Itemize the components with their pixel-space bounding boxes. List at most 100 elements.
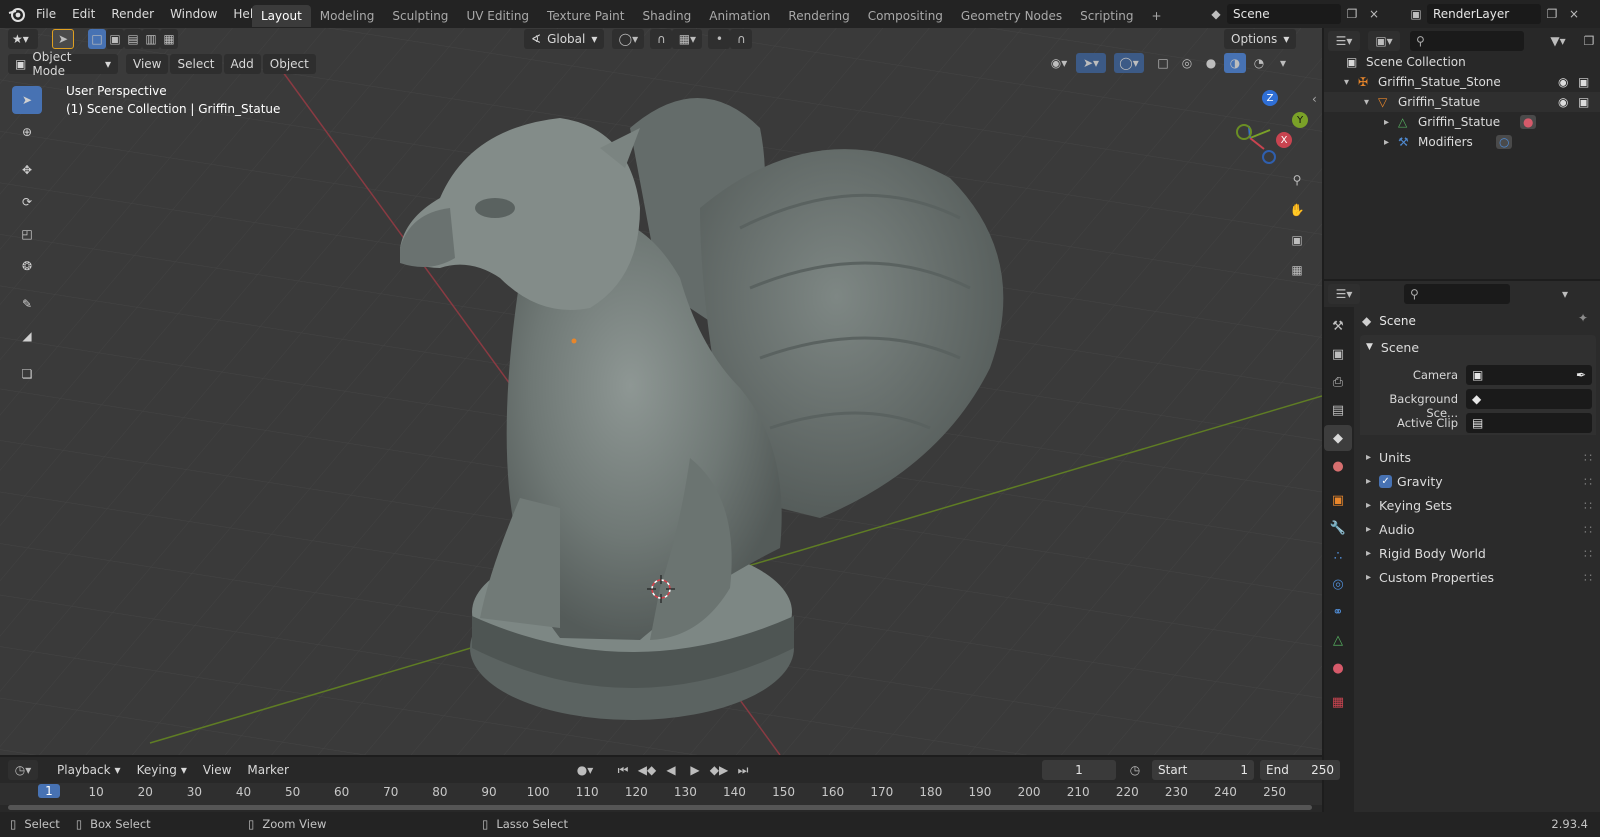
physics-tab-icon[interactable]: ◎ <box>1324 571 1352 597</box>
pin-icon[interactable]: ✦ <box>1578 311 1588 325</box>
constraints-tab-icon[interactable]: ⚭ <box>1324 599 1352 625</box>
expand-down-icon[interactable]: ▾ <box>1364 97 1369 108</box>
object-mode-dropdown[interactable]: ▣ Object Mode ▾ <box>8 50 118 78</box>
view-layer-tab-icon[interactable]: ▤ <box>1324 397 1352 423</box>
viewport-menu-object[interactable]: Object <box>262 54 316 74</box>
outliner-row[interactable]: ▾ ✠ Griffin_Statue_Stone ◉ ▣ <box>1324 72 1600 92</box>
tool-tab-icon[interactable]: ⚒ <box>1324 313 1352 339</box>
snap-toggle-icon[interactable]: ∩ <box>650 29 673 49</box>
jump-end-icon[interactable]: ⏭ <box>732 760 754 780</box>
panel-rigid-body-world[interactable]: ▸ Rigid Body World ∷ <box>1360 541 1596 565</box>
world-tab-icon[interactable]: ● <box>1324 453 1352 479</box>
snap-target-icon[interactable]: ▦▾ <box>672 29 703 49</box>
options-dropdown[interactable]: Options ▾ <box>1224 29 1297 49</box>
outliner-editor-type-icon[interactable]: ☰▾ <box>1328 31 1360 51</box>
material-badge-icon[interactable]: ● <box>1520 115 1537 129</box>
play-reverse-icon[interactable]: ◀ <box>660 760 682 780</box>
visibility-eye-icon[interactable]: ◉ <box>1558 75 1568 89</box>
jump-keyframe-forward-icon[interactable]: ◆▶ <box>708 760 730 780</box>
new-view-layer-icon[interactable]: ❐ <box>1541 4 1563 24</box>
select-tool-icon[interactable]: ➤ <box>12 86 42 114</box>
field-value-0[interactable]: ▣ ✒ <box>1466 365 1592 385</box>
drag-handle-icon[interactable]: ∷ <box>1584 522 1592 537</box>
pivot-point-icon[interactable]: ◯▾ <box>612 29 645 49</box>
modifier-badge-icon[interactable]: ○ <box>1496 135 1513 149</box>
particles-tab-icon[interactable]: ∴ <box>1324 543 1352 569</box>
new-collection-icon[interactable]: ❐ <box>1578 31 1600 51</box>
panel-audio[interactable]: ▸ Audio ∷ <box>1360 517 1596 541</box>
properties-editor-type-icon[interactable]: ☰▾ <box>1328 284 1360 304</box>
view-layer-icon[interactable]: ▣ <box>1405 4 1427 24</box>
timeline-scrollbar[interactable] <box>8 805 1312 810</box>
add-cube-tool-icon[interactable]: ❏ <box>12 360 42 388</box>
tab-layout[interactable]: Layout <box>252 5 311 27</box>
tab-animation[interactable]: Animation <box>700 5 779 27</box>
render-camera-icon[interactable]: ▣ <box>1578 95 1589 109</box>
transform-tool-icon[interactable]: ❂ <box>12 252 42 280</box>
view-layer-field[interactable]: RenderLayer <box>1427 4 1541 24</box>
drag-handle-icon[interactable]: ∷ <box>1584 450 1592 465</box>
gizmo-x-axis[interactable]: X <box>1276 132 1292 148</box>
xray-toggle-icon[interactable]: □ <box>1152 53 1174 73</box>
scene-icon[interactable]: ◆ <box>1205 4 1227 24</box>
add-workspace-button[interactable]: + <box>1143 5 1171 27</box>
drag-handle-icon[interactable]: ∷ <box>1584 570 1592 585</box>
blender-logo-icon[interactable] <box>8 5 26 23</box>
jump-keyframe-back-icon[interactable]: ◀◆ <box>636 760 658 780</box>
drag-handle-icon[interactable]: ∷ <box>1584 546 1592 561</box>
preview-range-clock-icon[interactable]: ◷ <box>1124 760 1146 780</box>
menu-render[interactable]: Render <box>103 0 162 28</box>
expand-right-icon[interactable]: ▸ <box>1384 137 1389 148</box>
pan-hand-icon[interactable]: ✋ <box>1285 198 1309 222</box>
properties-search-input[interactable]: ⚲ <box>1404 284 1510 304</box>
viewport-menu-add[interactable]: Add <box>223 54 261 74</box>
tweak-tool-icon[interactable]: ➤ <box>52 29 74 49</box>
solid-shading-icon[interactable]: ● <box>1200 53 1222 73</box>
tab-compositing[interactable]: Compositing <box>859 5 952 27</box>
outliner-search-input[interactable]: ⚲ <box>1410 31 1524 51</box>
select-mode-extend-icon[interactable]: ▣ <box>106 29 124 49</box>
wireframe-shading-icon[interactable]: ◎ <box>1176 53 1198 73</box>
outliner-row[interactable]: ▸ ⚒ Modifiers ○ <box>1324 132 1600 152</box>
scene-tab-icon[interactable]: ◆ <box>1324 425 1352 451</box>
proportional-falloff-icon[interactable]: ∩ <box>730 29 753 49</box>
cursor-tool-icon[interactable]: ⊕ <box>12 118 42 146</box>
outliner-row[interactable]: ▾ ▽ Griffin_Statue ◉ ▣ <box>1324 92 1600 112</box>
gizmo-z-axis[interactable]: Z <box>1262 90 1278 106</box>
render-tab-icon[interactable]: ▣ <box>1324 341 1352 367</box>
select-mode-intersect-icon[interactable]: ▦ <box>160 29 178 49</box>
outliner-row[interactable]: ▸ △ Griffin_Statue ● <box>1324 112 1600 132</box>
field-value-1[interactable]: ◆ <box>1466 389 1592 409</box>
texture-tab-icon[interactable]: ▦ <box>1324 689 1352 715</box>
editor-type-button[interactable]: ★▾ <box>8 29 38 49</box>
drag-handle-icon[interactable]: ∷ <box>1584 474 1592 489</box>
camera-view-icon[interactable]: ▣ <box>1285 228 1309 252</box>
close-scene-icon[interactable]: × <box>1363 4 1385 24</box>
3d-viewport[interactable]: ★▾ ➤ □ ▣ ▤ ▥ ▦ ∢ Global ▾ ◯▾ ∩ ▦▾ • ∩ Op… <box>0 28 1322 755</box>
outliner-row[interactable]: ▣ Scene Collection <box>1324 52 1600 72</box>
scene-name-field[interactable]: Scene <box>1227 4 1341 24</box>
annotate-tool-icon[interactable]: ✎ <box>12 290 42 318</box>
tab-shading[interactable]: Shading <box>633 5 700 27</box>
panel-custom-properties[interactable]: ▸ Custom Properties ∷ <box>1360 565 1596 589</box>
play-icon[interactable]: ▶ <box>684 760 706 780</box>
select-mode-invert-icon[interactable]: ▥ <box>142 29 160 49</box>
tab-texture-paint[interactable]: Texture Paint <box>538 5 633 27</box>
playhead-frame-indicator[interactable]: 1 <box>38 784 60 798</box>
expand-down-icon[interactable]: ▾ <box>1344 77 1349 88</box>
field-value-2[interactable]: ▤ <box>1466 413 1592 433</box>
tab-rendering[interactable]: Rendering <box>779 5 858 27</box>
material-preview-shading-icon[interactable]: ◑ <box>1224 53 1246 73</box>
new-scene-icon[interactable]: ❐ <box>1341 4 1363 24</box>
panel-units[interactable]: ▸ Units ∷ <box>1360 445 1596 469</box>
tab-sculpting[interactable]: Sculpting <box>383 5 457 27</box>
auto-keying-icon[interactable]: ●▾ <box>568 760 602 780</box>
select-mode-subtract-icon[interactable]: ▤ <box>124 29 142 49</box>
tab-uv-editing[interactable]: UV Editing <box>457 5 538 27</box>
object-tab-icon[interactable]: ▣ <box>1324 487 1352 513</box>
measure-tool-icon[interactable]: ◢ <box>12 322 42 350</box>
end-frame-field[interactable]: End 250 <box>1260 760 1340 780</box>
display-mode-icon[interactable]: ▣▾ <box>1368 31 1400 51</box>
menu-edit[interactable]: Edit <box>64 0 103 28</box>
modifier-tab-icon[interactable]: 🔧 <box>1324 515 1352 541</box>
